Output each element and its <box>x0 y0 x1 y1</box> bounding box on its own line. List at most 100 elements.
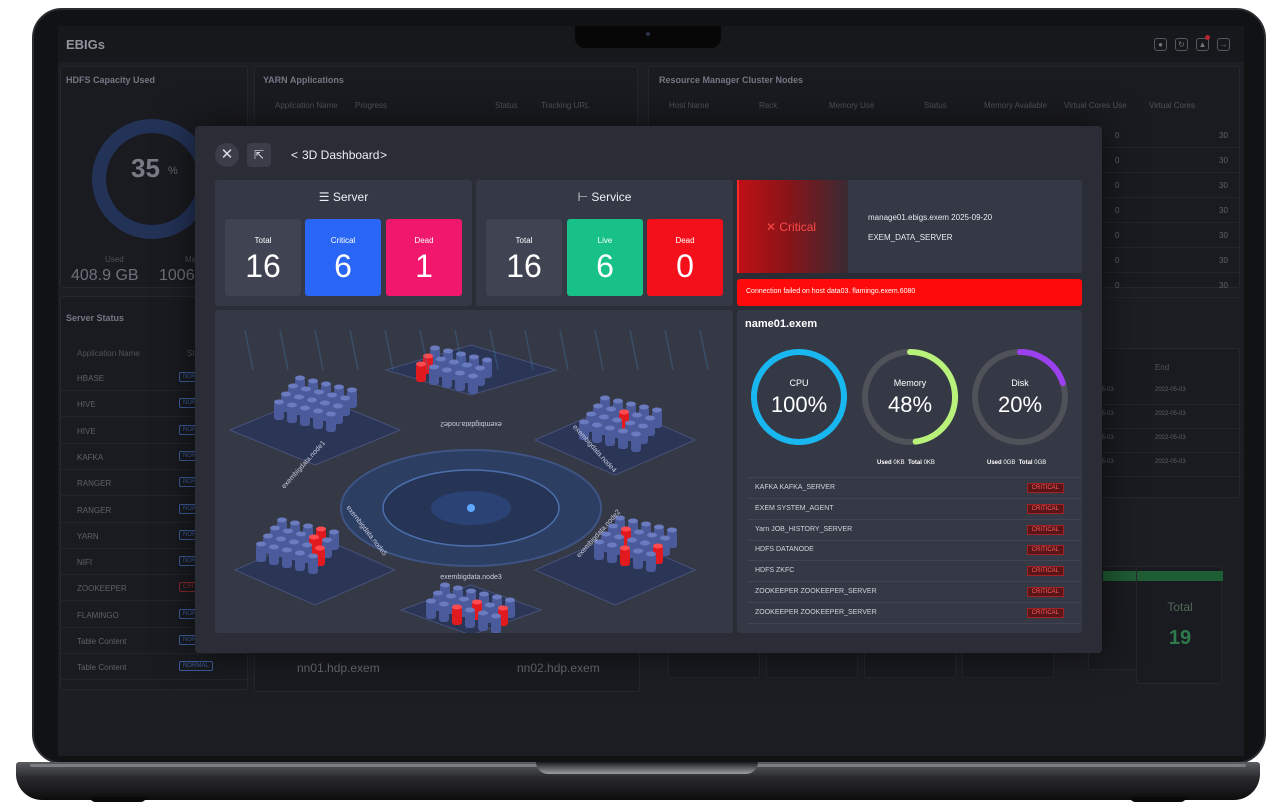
yarn-col-status: Status <box>495 101 518 110</box>
history-b: 2022-05-03 <box>1155 435 1186 441</box>
rm-title: Resource Manager Cluster Nodes <box>659 75 804 85</box>
node-right-cylinder <box>631 434 641 452</box>
node1-cylinder <box>274 402 284 420</box>
service-row[interactable]: EXEM SYSTEM_AGENT CRITICAL <box>748 499 1081 520</box>
node-right-bottom-cap <box>628 518 638 524</box>
ss-app-name: YARN <box>77 531 99 541</box>
service-status-badge: CRITICAL <box>1026 483 1064 493</box>
node-left-bottom-cap <box>315 545 325 551</box>
node-right-cap <box>579 419 589 425</box>
close-button[interactable]: ✕ <box>215 143 239 167</box>
service-row[interactable]: HDFS DATANODE CRITICAL <box>748 540 1081 562</box>
laptop-foot-left <box>90 797 146 802</box>
node3-cap <box>491 613 501 619</box>
server-critical-tile[interactable]: Critical 6 <box>305 219 381 296</box>
node-left-bottom-cap <box>256 541 266 547</box>
host-nn02: nn02.hdp.exem <box>517 661 600 675</box>
server-dead-tile[interactable]: Dead 1 <box>386 219 462 296</box>
node1-cap <box>347 387 357 393</box>
server-title: Server <box>332 190 369 204</box>
service-row[interactable]: Yarn JOB_HISTORY_SERVER CRITICAL <box>748 520 1081 541</box>
alert-edge <box>737 180 739 273</box>
ss-app-name: FLAMINGO <box>77 610 119 620</box>
node-left-bottom-cap <box>289 539 299 545</box>
node-left-bottom-cap <box>282 547 292 553</box>
service-total-label: Total <box>515 236 533 245</box>
expand-icon: ⇱ <box>253 148 265 162</box>
node1-cylinder <box>313 411 323 429</box>
node-left-bottom-cap <box>309 534 319 540</box>
node3-cap <box>498 605 508 611</box>
service-dead-tile[interactable]: Dead 0 <box>647 219 723 296</box>
service-status-badge: CRITICAL <box>1026 566 1064 577</box>
node3-cylinder <box>452 607 462 625</box>
detail-host: name01.exem <box>745 318 818 330</box>
3d-cluster-scene: exembigdata.node1exembigdata.node2exembi… <box>215 310 733 633</box>
server-heading: ☰ Server <box>215 190 472 204</box>
node3-cap <box>440 582 450 588</box>
node3-cap <box>505 597 515 603</box>
node1-cylinder <box>300 408 310 426</box>
node2-cap <box>468 373 478 379</box>
service-total-tile[interactable]: Total 16 <box>486 219 562 296</box>
node3-cap <box>452 604 462 610</box>
node2-cap <box>443 348 453 354</box>
memory-used-label: Used <box>877 460 892 466</box>
node-right-cap <box>632 412 642 418</box>
server-total-tile[interactable]: Total 16 <box>225 219 301 296</box>
service-row[interactable]: KAFKA KAFKA_SERVER CRITICAL <box>748 478 1081 499</box>
node3-cap <box>478 610 488 616</box>
node-right-cylinder <box>618 431 628 449</box>
service-status-badge: CRITICAL <box>1026 587 1064 597</box>
hdfs-title: HDFS Capacity Used <box>66 75 156 85</box>
node-right-bottom-cap <box>633 548 643 554</box>
yarn-col-name: Application Name <box>275 101 338 110</box>
host-panel: nn01.hdp.exem nn02.hdp.exem <box>254 648 640 692</box>
alert-host-date: manage01.ebigs.exem 2025-09-20 <box>868 213 993 222</box>
disk-total: 0GB <box>1034 460 1047 466</box>
memory-label: Memory <box>893 378 927 388</box>
expand-button[interactable]: ⇱ <box>247 143 271 167</box>
service-name: Yarn JOB_HISTORY_SERVER <box>755 525 853 533</box>
server-critical-label: Critical <box>330 236 356 245</box>
rm-col: Status <box>924 101 947 110</box>
refresh-icon[interactable]: ↻ <box>1175 38 1188 51</box>
rm-col: Host Name <box>669 101 710 110</box>
node1-cap <box>326 411 336 417</box>
logout-icon[interactable]: → <box>1217 38 1230 51</box>
node-right-cap <box>645 415 655 421</box>
node-right-bottom-cap <box>660 535 670 541</box>
alert-service: EXEM_DATA_SERVER <box>868 233 953 242</box>
laptop-foot-right <box>1130 797 1186 802</box>
memory-value: 48% <box>887 392 933 417</box>
modal-prev[interactable]: < <box>291 148 298 162</box>
modal-next[interactable]: > <box>380 148 387 162</box>
node1-cap <box>307 397 317 403</box>
hdfs-used: 408.9 GB <box>71 267 139 284</box>
service-row[interactable]: ZOOKEEPER ZOOKEEPER_SERVER CRITICAL <box>748 603 1081 624</box>
server-total-label: Total <box>254 236 272 245</box>
service-name: ZOOKEEPER ZOOKEEPER_SERVER <box>755 588 877 595</box>
ss-status-badge: NORMAL <box>179 661 213 672</box>
history-row: 2-05-03 2022-05-03 <box>1089 405 1241 429</box>
history-row: 2-05-03 2022-05-03 <box>1089 381 1241 405</box>
yarn-col-url: Tracking URL <box>541 101 590 110</box>
node-left-bottom-cap <box>329 529 339 535</box>
history-row: 2-05-03 2022-05-03 <box>1089 429 1241 453</box>
node3-cylinder <box>426 601 436 619</box>
node-right-cap <box>626 401 636 407</box>
service-row[interactable]: ZOOKEEPER ZOOKEEPER_SERVER CRITICAL <box>748 582 1081 603</box>
service-live-tile[interactable]: Live 6 <box>567 219 643 296</box>
total-label: Total <box>1167 600 1193 614</box>
service-row[interactable]: HDFS ZKFC CRITICAL <box>748 561 1081 583</box>
node-right-bottom-cylinder <box>607 545 617 563</box>
node1-cylinder <box>287 405 297 423</box>
user-icon[interactable]: ● <box>1154 38 1167 51</box>
3d-view[interactable]: exembigdata.node1 exembigdata.node2 exembi… <box>215 310 733 633</box>
memory-total-label: Total <box>908 460 922 466</box>
node-left-bottom-cap <box>296 531 306 537</box>
node3-cap <box>466 588 476 594</box>
node1-cap <box>288 383 298 389</box>
ss-app-name: NIFI <box>77 558 93 568</box>
node3-cap <box>485 602 495 608</box>
